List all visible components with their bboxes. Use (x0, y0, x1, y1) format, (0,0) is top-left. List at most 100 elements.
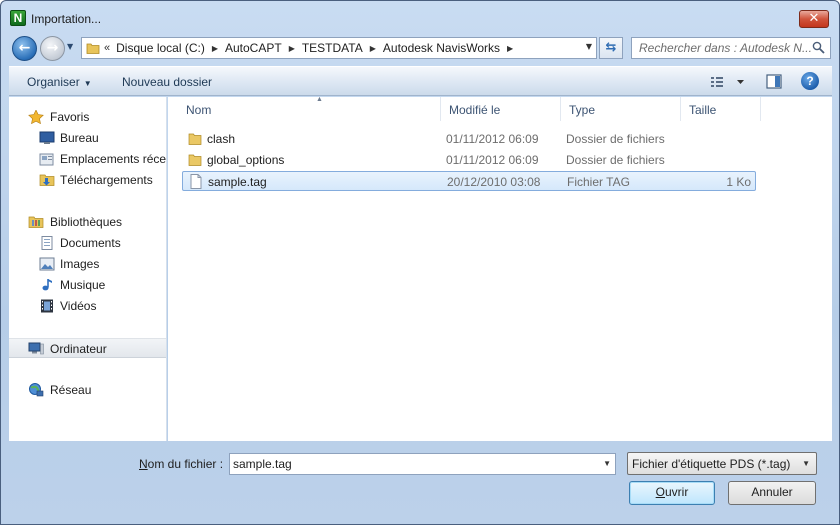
recent-locations-dropdown[interactable]: ▼ (67, 42, 77, 52)
filename-label: Nom du fichier : (139, 457, 223, 471)
sidebar-item-pictures[interactable]: Images (9, 254, 166, 274)
file-type: Dossier de fichiers (566, 132, 665, 146)
filename-label-text: om du fichier : (147, 457, 224, 471)
file-list: Nom ▲ Modifié le Type Taille clash 01/11… (168, 96, 832, 441)
refresh-button[interactable]: ⇆ (599, 37, 623, 59)
file-name: global_options (207, 153, 285, 167)
filename-value: sample.tag (233, 457, 292, 471)
star-icon (28, 110, 44, 124)
organise-label: Organiser (27, 75, 80, 89)
preview-pane-button[interactable] (765, 73, 783, 91)
libraries-icon (28, 216, 44, 228)
breadcrumb: « Disque local (C:) ▶ AutoCAPT ▶ TESTDAT… (104, 41, 520, 55)
sidebar-item-label: Téléchargements (60, 173, 153, 187)
sidebar-item-label: Bureau (60, 131, 99, 145)
sidebar-item-favorites[interactable]: Favoris (9, 107, 166, 127)
search-placeholder: Rechercher dans : Autodesk N... (639, 41, 812, 55)
sidebar-item-label: Réseau (50, 383, 92, 397)
chevron-right-icon[interactable]: ▶ (212, 44, 218, 53)
videos-icon (41, 299, 53, 313)
file-icon (190, 174, 202, 189)
breadcrumb-item[interactable]: Autodesk NavisWorks (383, 41, 500, 55)
file-type: Dossier de fichiers (566, 153, 665, 167)
column-header-label: Taille (689, 103, 717, 117)
breadcrumb-overflow-chevron[interactable]: « (104, 42, 110, 54)
accelerator-key: N (139, 457, 148, 471)
command-bar: Organiser ▼ Nouveau dossier ? (9, 66, 832, 96)
address-bar[interactable]: « Disque local (C:) ▶ AutoCAPT ▶ TESTDAT… (81, 37, 597, 59)
sidebar-item-label: Bibliothèques (50, 215, 123, 229)
file-row[interactable]: global_options 01/11/2012 06:09 Dossier … (182, 150, 756, 170)
file-type: Fichier TAG (567, 175, 630, 189)
sidebar-item-label: Images (60, 257, 100, 271)
recent-places-icon (39, 153, 54, 166)
file-size: 1 Ko (726, 175, 751, 189)
arrow-right-icon: → (46, 40, 59, 56)
music-icon (42, 279, 52, 291)
sidebar-item-computer[interactable]: Ordinateur (9, 338, 166, 358)
sidebar-item-label: Favoris (50, 110, 90, 124)
window-title: Importation... (31, 12, 102, 26)
column-header-name[interactable]: Nom ▲ (178, 96, 441, 121)
chevron-down-icon[interactable]: ▼ (586, 42, 592, 51)
documents-icon (41, 236, 53, 250)
column-header-label: Nom (186, 103, 212, 117)
refresh-icon: ⇆ (605, 40, 617, 55)
sidebar-item-network[interactable]: Réseau (9, 380, 166, 400)
column-header-modified[interactable]: Modifié le (441, 97, 561, 121)
downloads-folder-icon (39, 174, 55, 186)
network-icon (29, 383, 44, 397)
breadcrumb-item[interactable]: AutoCAPT (225, 41, 282, 55)
forward-button[interactable]: → (40, 36, 65, 61)
import-dialog: N Importation... ✕ ← → ▼ « Disque local … (0, 0, 840, 525)
filename-field[interactable]: sample.tag ▼ (229, 453, 616, 475)
column-header-size[interactable]: Taille (681, 97, 761, 121)
sidebar-item-videos[interactable]: Vidéos (9, 296, 166, 316)
sidebar-item-documents[interactable]: Documents (9, 233, 166, 253)
sidebar-item-downloads[interactable]: Téléchargements (9, 170, 166, 190)
chevron-right-icon[interactable]: ▶ (507, 44, 513, 53)
chevron-down-icon[interactable]: ▼ (603, 459, 611, 468)
sidebar-item-music[interactable]: Musique (9, 275, 166, 295)
file-row-selected[interactable]: sample.tag 20/12/2010 03:08 Fichier TAG … (182, 171, 756, 191)
close-button[interactable]: ✕ (799, 10, 829, 28)
back-button[interactable]: ← (12, 36, 37, 61)
organise-menu[interactable]: Organiser ▼ (27, 75, 92, 89)
sidebar-item-recent-places[interactable]: Emplacements récents (9, 149, 167, 169)
help-button[interactable]: ? (801, 72, 819, 90)
navigation-pane: Favoris Bureau Emplacements récents Télé… (9, 97, 167, 441)
file-modified: 01/11/2012 06:09 (446, 153, 539, 167)
column-header-type[interactable]: Type (561, 97, 681, 121)
column-header-label: Type (569, 103, 596, 117)
sidebar-item-label: Musique (60, 278, 106, 292)
chevron-right-icon[interactable]: ▶ (289, 44, 295, 53)
folder-icon (86, 43, 100, 54)
title-bar[interactable]: N Importation... ✕ (1, 1, 839, 31)
new-folder-button[interactable]: Nouveau dossier (122, 75, 212, 89)
chevron-down-icon: ▼ (802, 459, 810, 468)
file-type-filter-select[interactable]: Fichier d'étiquette PDS (*.tag) ▼ (627, 452, 817, 475)
sidebar-item-label: Vidéos (60, 299, 97, 313)
arrow-left-icon: ← (18, 40, 31, 56)
sidebar-item-label: Documents (60, 236, 121, 250)
sidebar-item-desktop[interactable]: Bureau (9, 128, 166, 148)
folder-icon (188, 154, 202, 166)
accelerator-key: O (655, 485, 665, 499)
navisworks-app-icon: N (10, 10, 26, 26)
open-button[interactable]: Ouvrir (629, 481, 715, 505)
file-name: clash (207, 132, 236, 146)
sort-ascending-icon: ▲ (316, 96, 323, 103)
column-header-label: Modifié le (449, 103, 501, 117)
file-name: sample.tag (208, 175, 267, 189)
file-row[interactable]: clash 01/11/2012 06:09 Dossier de fichie… (182, 129, 756, 149)
cancel-button[interactable]: Annuler (728, 481, 816, 505)
chevron-down-icon: ▼ (83, 79, 92, 88)
pictures-icon (39, 257, 55, 271)
chevron-right-icon[interactable]: ▶ (370, 44, 376, 53)
search-input[interactable]: Rechercher dans : Autodesk N... (631, 37, 831, 59)
breadcrumb-item[interactable]: Disque local (C:) (116, 41, 205, 55)
change-view-button[interactable] (709, 73, 749, 91)
sidebar-item-label: Emplacements récents (60, 152, 167, 166)
breadcrumb-item[interactable]: TESTDATA (302, 41, 363, 55)
sidebar-item-libraries[interactable]: Bibliothèques (9, 212, 166, 232)
